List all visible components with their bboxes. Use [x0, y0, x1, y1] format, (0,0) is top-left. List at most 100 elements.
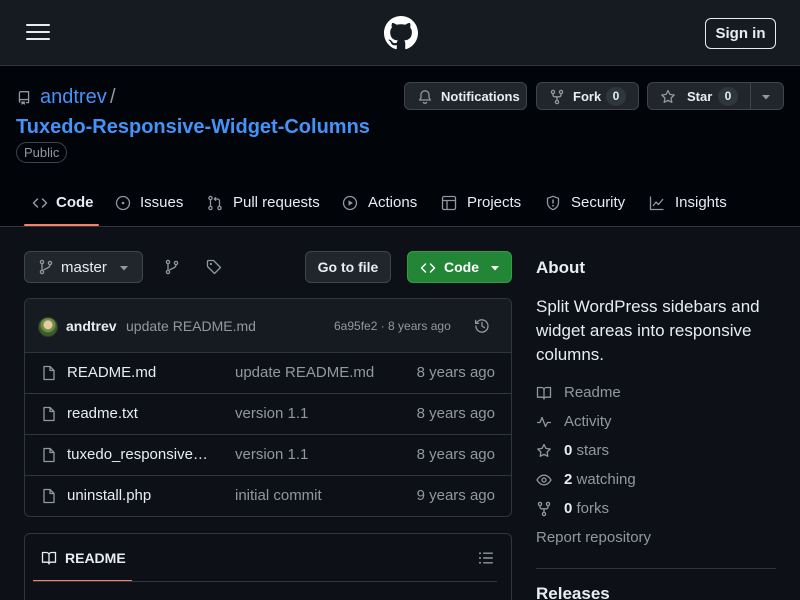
- repo-description: Split WordPress sidebars and widget area…: [536, 297, 760, 364]
- menu-icon[interactable]: [24, 20, 52, 44]
- tab-label: Issues: [140, 194, 184, 211]
- tab-selected-indicator: [24, 224, 99, 226]
- file-commit-message[interactable]: update README.md: [235, 364, 374, 381]
- stars-label: stars: [576, 442, 610, 459]
- code-dropdown-button[interactable]: Code: [407, 251, 512, 283]
- star-list-chevron-down-icon[interactable]: [761, 93, 771, 101]
- branch-name: master: [61, 259, 107, 276]
- graph-icon: [649, 196, 664, 211]
- tab-label: Code: [56, 194, 94, 211]
- file-icon: [43, 488, 55, 504]
- file-name[interactable]: readme.txt: [67, 405, 138, 422]
- file-name[interactable]: uninstall.php: [67, 487, 151, 504]
- branch-select-button[interactable]: master: [24, 251, 143, 283]
- readme-link-label: Readme: [564, 384, 621, 401]
- notifications-label: Notifications: [441, 89, 520, 104]
- file-commit-date: 9 years ago: [416, 487, 495, 504]
- book-icon: [536, 386, 552, 400]
- list-unordered-icon[interactable]: [478, 550, 494, 566]
- tab-label: Actions: [368, 194, 418, 211]
- eye-icon: [536, 474, 552, 486]
- file-row[interactable]: tuxedo_responsive… version 1.1 8 years a…: [25, 435, 511, 476]
- repo-forked-icon: [537, 501, 551, 517]
- file-commit-date: 8 years ago: [416, 446, 495, 463]
- visibility-badge: Public: [16, 142, 68, 163]
- star-button[interactable]: Star 0: [647, 82, 784, 110]
- fork-label: Fork: [573, 89, 602, 104]
- global-header: Sign in: [0, 0, 800, 66]
- star-count: 0: [718, 87, 738, 106]
- star-label: Star: [687, 89, 713, 104]
- file-row[interactable]: readme.txt version 1.1 8 years ago: [25, 394, 511, 435]
- notifications-button[interactable]: Notifications: [404, 82, 527, 110]
- history-icon[interactable]: [474, 318, 490, 334]
- sidebar-divider: [536, 568, 776, 569]
- repo-forked-icon: [550, 89, 564, 105]
- forks-count: 0: [564, 500, 573, 517]
- file-list: andtrev update README.md 6a95fe2 · 8 yea…: [24, 298, 512, 517]
- watching-count: 2: [564, 471, 573, 488]
- commit-meta[interactable]: 6a95fe2 · 8 years ago: [334, 319, 451, 333]
- star-divider: [750, 83, 751, 109]
- git-pull-request-icon: [208, 195, 222, 211]
- watching-label: watching: [576, 471, 636, 488]
- play-icon: [342, 195, 358, 211]
- stars-count: 0: [564, 442, 573, 459]
- file-row[interactable]: uninstall.php initial commit 9 years ago: [25, 476, 511, 516]
- star-icon: [537, 443, 551, 457]
- shield-icon: [546, 195, 560, 211]
- code-icon: [420, 263, 436, 273]
- avatar[interactable]: [38, 317, 58, 337]
- report-repository-link[interactable]: Report repository: [536, 529, 651, 546]
- tab-label: Insights: [675, 194, 727, 211]
- chevron-down-icon: [491, 266, 499, 271]
- file-row[interactable]: README.md update README.md 8 years ago: [25, 353, 511, 394]
- activity-link-label: Activity: [564, 413, 612, 430]
- issue-opened-icon: [115, 195, 131, 211]
- readme-tab[interactable]: README: [65, 550, 126, 566]
- tab-label: Security: [571, 194, 626, 211]
- pulse-icon: [537, 416, 551, 428]
- book-icon: [41, 551, 57, 565]
- repo-icon: [18, 91, 30, 105]
- owner-separator: /: [110, 86, 116, 108]
- repo-name-link[interactable]: Tuxedo-Responsive-Widget-Columns: [16, 116, 370, 139]
- go-to-file-button[interactable]: Go to file: [305, 251, 391, 283]
- commit-message[interactable]: update README.md: [126, 318, 256, 334]
- table-icon: [441, 195, 457, 211]
- code-button-label: Code: [444, 259, 479, 275]
- file-commit-message[interactable]: version 1.1: [235, 405, 308, 422]
- readme-panel: README: [24, 533, 512, 600]
- file-commit-message[interactable]: initial commit: [235, 487, 322, 504]
- bell-icon: [418, 90, 432, 104]
- fork-button[interactable]: Fork 0: [536, 82, 639, 110]
- github-logo-icon[interactable]: [384, 16, 418, 50]
- tag-icon: [206, 259, 222, 275]
- forks-label: forks: [576, 500, 610, 517]
- code-icon: [32, 198, 48, 208]
- git-branch-icon: [165, 259, 179, 275]
- file-commit-message[interactable]: version 1.1: [235, 446, 308, 463]
- latest-commit-bar: andtrev update README.md 6a95fe2 · 8 yea…: [25, 299, 511, 353]
- tags-button[interactable]: [198, 251, 230, 283]
- file-name[interactable]: tuxedo_responsive…: [67, 446, 208, 463]
- file-commit-date: 8 years ago: [416, 405, 495, 422]
- readme-divider: [33, 581, 497, 582]
- file-commit-date: 8 years ago: [416, 364, 495, 381]
- git-branch-icon: [39, 259, 53, 275]
- tab-label: Pull requests: [233, 194, 320, 211]
- star-icon: [661, 89, 675, 103]
- file-icon: [43, 406, 55, 422]
- releases-heading[interactable]: Releases: [536, 584, 610, 600]
- sign-in-button[interactable]: Sign in: [705, 18, 776, 49]
- file-name[interactable]: README.md: [67, 364, 156, 381]
- commit-author[interactable]: andtrev: [66, 318, 117, 334]
- chevron-down-icon: [120, 266, 128, 271]
- branches-button[interactable]: [156, 251, 188, 283]
- file-icon: [43, 447, 55, 463]
- fork-count: 0: [606, 87, 626, 106]
- file-icon: [43, 365, 55, 381]
- about-heading: About: [536, 258, 586, 277]
- repo-owner-link[interactable]: andtrev: [40, 86, 107, 109]
- tab-label: Projects: [467, 194, 522, 211]
